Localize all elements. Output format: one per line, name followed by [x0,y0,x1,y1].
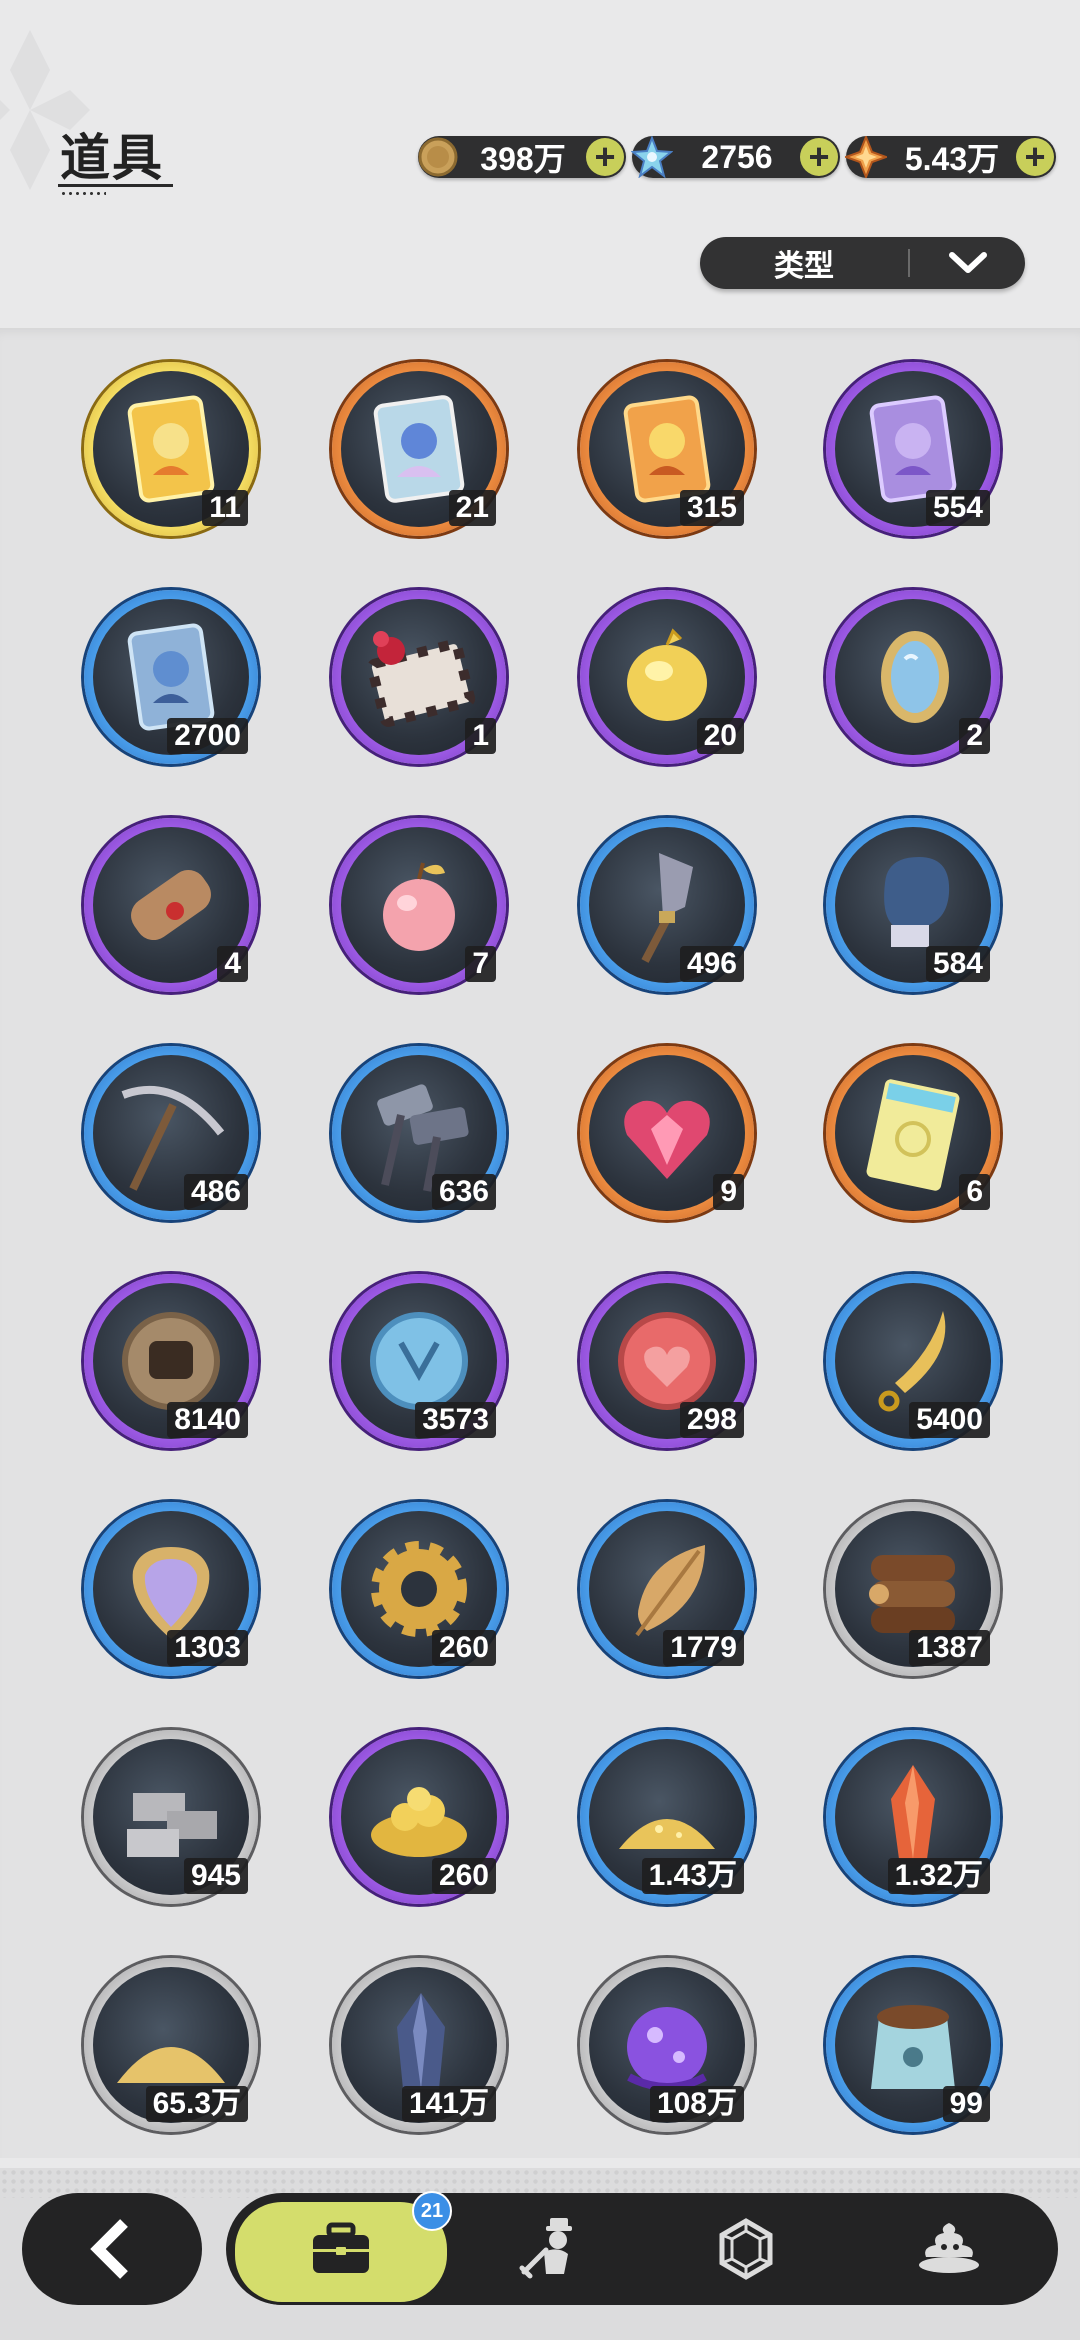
item-slot[interactable]: 1303 [84,1502,258,1676]
item-count: 1 [465,718,496,754]
item-count: 99 [942,2086,990,2122]
item-slot[interactable]: 260 [332,1502,506,1676]
gold-amount: 398万 [480,141,566,177]
hexagon-gem-icon [719,2218,773,2280]
item-count: 260 [431,1858,496,1894]
item-count: 6 [959,1174,990,1210]
item-count: 7 [465,946,496,982]
star-crystal-icon [630,135,674,179]
item-slot[interactable]: 486 [84,1046,258,1220]
item-count: 8140 [167,1402,248,1438]
title-dots [60,192,106,195]
back-arrow-icon [90,2219,128,2279]
item-slot[interactable]: 636 [332,1046,506,1220]
title-underline [58,184,173,187]
item-slot[interactable]: 65.3万 [84,1958,258,2132]
item-count: 5400 [909,1402,990,1438]
item-slot[interactable]: 3573 [332,1274,506,1448]
items-panel: 11 21 315 554 2700 1 20 2 4 7 496 584 486 636 9 6 8140 35… [0,328,1080,2158]
item-slot[interactable]: 8140 [84,1274,258,1448]
page-title: 道具 [60,130,164,186]
item-count: 1.32万 [887,1858,990,1894]
item-count: 11 [202,490,248,526]
orange-gem-icon [844,135,888,179]
item-slot[interactable]: 141万 [332,1958,506,2132]
item-slot[interactable]: 496 [580,818,754,992]
currency-gold: 398万 + [418,136,626,178]
add-gold-button[interactable]: + [586,138,624,176]
item-slot[interactable]: 1779 [580,1502,754,1676]
type-filter-dropdown[interactable]: 类型 [700,237,1025,289]
character-icon [519,2218,572,2279]
item-slot[interactable]: 7 [332,818,506,992]
item-count: 3573 [415,1402,496,1438]
item-count: 315 [679,490,744,526]
item-count: 260 [431,1630,496,1666]
bottom-nav: 21 [226,2191,1058,2305]
item-slot[interactable]: 5400 [826,1274,1000,1448]
tab-desserts[interactable] [846,2193,1052,2305]
item-count: 486 [183,1174,248,1210]
item-slot[interactable]: 1 [332,590,506,764]
item-count: 554 [925,490,990,526]
item-slot[interactable]: 1.32万 [826,1730,1000,1904]
item-slot[interactable]: 20 [580,590,754,764]
back-button[interactable] [22,2193,202,2305]
tab-characters[interactable] [456,2193,646,2305]
gold-coin-icon [416,135,460,179]
item-count: 1303 [167,1630,248,1666]
item-slot[interactable]: 315 [580,362,754,536]
item-count: 9 [713,1174,744,1210]
currency-gem: 5.43万 + [844,135,1056,179]
item-slot[interactable]: 6 [826,1046,1000,1220]
item-count: 1779 [663,1630,744,1666]
item-slot[interactable]: 1387 [826,1502,1000,1676]
tab-items[interactable]: 21 [232,2191,452,2305]
filter-label: 类型 [774,250,834,283]
currency-crystal: 2756 + [630,135,840,179]
item-slot[interactable]: 1.43万 [580,1730,754,1904]
chevron-down-icon [910,251,1025,275]
item-slot[interactable]: 108万 [580,1958,754,2132]
item-count: 1387 [909,1630,990,1666]
item-count: 945 [183,1858,248,1894]
item-count: 20 [696,718,744,754]
item-slot[interactable]: 11 [84,362,258,536]
item-count: 65.3万 [145,2086,248,2122]
item-count: 108万 [649,2086,744,2122]
item-count: 141万 [401,2086,496,2122]
item-count: 2 [959,718,990,754]
item-count: 4 [217,946,248,982]
item-slot[interactable]: 2700 [84,590,258,764]
item-count: 584 [925,946,990,982]
item-slot[interactable]: 945 [84,1730,258,1904]
item-slot[interactable]: 584 [826,818,1000,992]
dessert-icon [919,2223,979,2273]
add-crystal-button[interactable]: + [800,138,838,176]
item-count: 298 [679,1402,744,1438]
items-badge: 21 [412,2191,452,2231]
crystal-amount: 2756 [701,138,773,175]
item-slot[interactable]: 9 [580,1046,754,1220]
briefcase-icon [313,2222,369,2273]
add-gem-button[interactable]: + [1016,138,1054,176]
item-slot[interactable]: 99 [826,1958,1000,2132]
item-slot[interactable]: 2 [826,590,1000,764]
item-count: 1.43万 [641,1858,744,1894]
item-slot[interactable]: 21 [332,362,506,536]
item-slot[interactable]: 260 [332,1730,506,1904]
item-slot[interactable]: 4 [84,818,258,992]
gem-amount: 5.43万 [904,141,1000,177]
item-count: 2700 [167,718,248,754]
item-slot[interactable]: 554 [826,362,1000,536]
item-count: 21 [448,490,496,526]
tab-gems[interactable] [646,2193,846,2305]
item-count: 496 [679,946,744,982]
item-count: 636 [431,1174,496,1210]
item-slot[interactable]: 298 [580,1274,754,1448]
